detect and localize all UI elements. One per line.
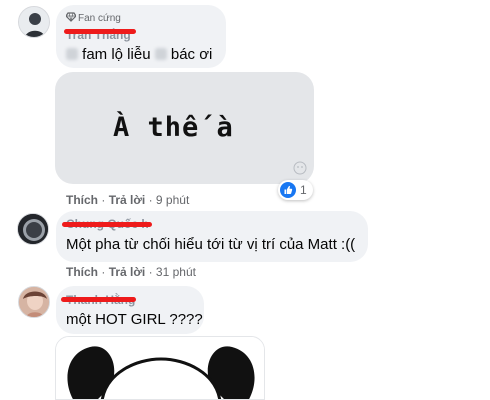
comment-actions-1: Thích · Trả lời · 9 phút — [66, 193, 190, 207]
fan-badge: Fan cứng — [65, 12, 121, 24]
comment-text-3: một HOT GIRL ???? — [66, 311, 203, 328]
reply-link[interactable]: Trả lời — [109, 265, 146, 279]
comment-time[interactable]: 31 phút — [156, 265, 196, 279]
comments-screenshot: Fan cứng Trần Thắng fam lộ liễu bác ơi À… — [0, 0, 490, 400]
comment-text-1: fam lộ liễu bác ơi — [66, 46, 212, 63]
comment-time[interactable]: 9 phút — [156, 193, 189, 207]
reply-link[interactable]: Trả lời — [109, 193, 146, 207]
blurred-word — [66, 48, 78, 60]
redaction-line-1 — [64, 29, 136, 34]
avatar-commenter-2[interactable] — [17, 213, 49, 245]
redaction-line-3 — [61, 297, 136, 302]
like-link[interactable]: Thích — [66, 265, 98, 279]
diamond-icon — [65, 12, 77, 22]
blurred-word — [154, 48, 167, 60]
avatar-commenter-1[interactable] — [18, 6, 50, 38]
comment-text-2: Một pha từ chối hiểu tới từ vị trí của M… — [66, 236, 356, 253]
reaction-count: 1 — [300, 183, 307, 197]
like-icon — [280, 182, 296, 198]
like-link[interactable]: Thích — [66, 193, 98, 207]
reaction-summary[interactable]: 1 — [278, 180, 313, 200]
sticker-caption: À thế à — [113, 112, 234, 143]
comment-actions-2: Thích · Trả lời · 31 phút — [66, 265, 196, 279]
avatar-commenter-3[interactable] — [18, 286, 50, 318]
redaction-line-2 — [62, 222, 152, 227]
panda-sticker-image[interactable] — [55, 336, 265, 400]
sticker-emoji-icon — [293, 161, 307, 175]
